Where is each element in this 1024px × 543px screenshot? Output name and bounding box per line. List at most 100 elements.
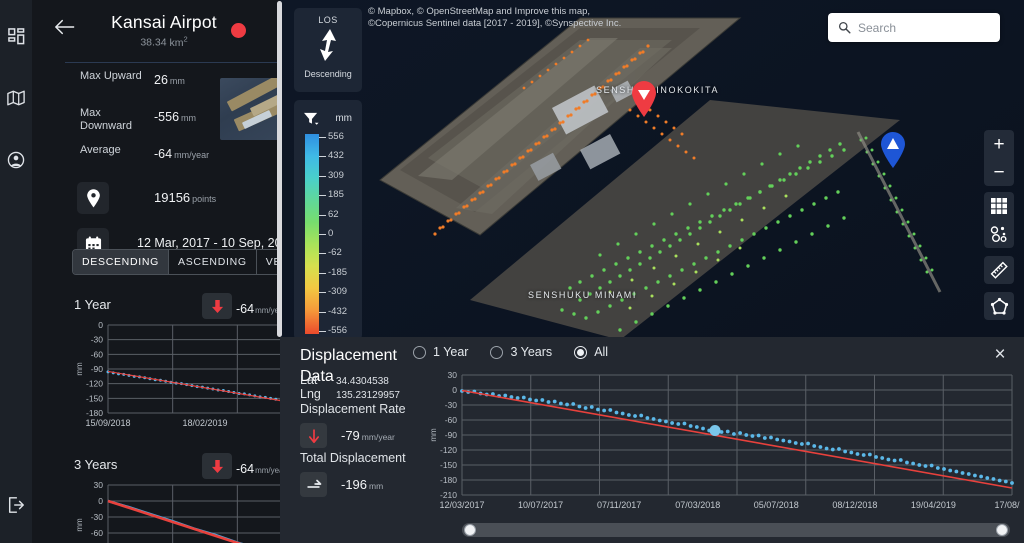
map-pin-up-icon: [879, 131, 907, 169]
tab-ascending[interactable]: ASCENDING: [169, 250, 257, 274]
y-tick-label: -120: [86, 379, 103, 389]
x-tick-label: 19/04/2019: [911, 500, 956, 510]
x-tick-label: 07/11/2017: [597, 500, 641, 510]
trend-badge: [202, 453, 232, 479]
legend-tick: [319, 195, 326, 196]
highlighted-data-point[interactable]: [710, 425, 721, 436]
sidebar-scrollbar[interactable]: [277, 1, 282, 337]
layers-button[interactable]: [984, 192, 1014, 220]
area-value: 38.34 km2: [84, 34, 244, 49]
header-divider: [65, 62, 280, 63]
back-button[interactable]: [54, 18, 76, 40]
legend-value: -432: [328, 307, 347, 317]
radio-1-year[interactable]: 1 Year: [413, 345, 468, 359]
arrow-left-to-line-icon: [306, 478, 322, 492]
x-tick-label: 07/03/2018: [675, 500, 720, 510]
sidebar-item-dashboard[interactable]: [0, 14, 32, 58]
legend-value: -556: [328, 326, 347, 336]
search-input[interactable]: Search: [858, 21, 896, 35]
time-range-radio-group[interactable]: 1 Year 3 Years All: [413, 345, 608, 359]
zoom-in-button[interactable]: +: [984, 130, 1014, 158]
legend-tick: [319, 253, 326, 254]
measure-control[interactable]: [984, 256, 1014, 284]
dashboard-icon: [8, 28, 25, 45]
los-arrow-icon: [308, 25, 348, 67]
displacement-rate-label: Displacement Rate: [300, 401, 425, 418]
legend-tick: [319, 234, 326, 235]
total-displacement-label: Total Displacement: [300, 450, 425, 467]
ruler-button[interactable]: [984, 256, 1014, 284]
search-box[interactable]: Search: [828, 13, 1000, 42]
lat-label: Lat: [300, 373, 326, 387]
main-chart[interactable]: 300-30-60-90-120-150-180-210mm12/03/2017…: [420, 367, 1020, 522]
mini-chart-rate: -64mm/year: [236, 302, 280, 316]
page-title: Kansai Airpot: [84, 12, 244, 33]
mini-chart-title: 3 Years: [74, 457, 117, 472]
y-tick-label: -180: [440, 475, 457, 485]
search-icon: [838, 21, 851, 34]
legend-value: 309: [328, 171, 344, 181]
slider-knob-left[interactable]: [464, 524, 476, 536]
y-axis-label: mm: [429, 428, 438, 442]
stat-average: Average -64mm/year: [32, 144, 280, 176]
map-label-senshuku-minami: SENSHUKU MINAMI: [528, 290, 637, 300]
legend-value: 432: [328, 151, 344, 161]
zoom-controls[interactable]: + −: [984, 130, 1014, 186]
y-tick-label: 0: [98, 496, 103, 506]
displacement-rate-row: -79mm/year: [300, 423, 425, 448]
stat-value: -64mm/year: [154, 147, 209, 161]
points-button[interactable]: [984, 220, 1014, 248]
legend-value: 0: [328, 229, 333, 239]
tab-descending[interactable]: DESCENDING: [73, 250, 169, 274]
filter-icon[interactable]: [303, 111, 320, 126]
date-range-text[interactable]: 12 Mar, 2017 - 10 Sep, 2019: [137, 236, 280, 250]
radio-circle: [413, 346, 426, 359]
stat-label: Max Upward: [80, 70, 152, 83]
color-scale-legend[interactable]: mm 556432309185620-62-185-309-432-556: [294, 100, 362, 340]
zoom-out-button[interactable]: −: [984, 158, 1014, 186]
polygon-icon: [990, 297, 1009, 316]
max-downward-marker[interactable]: [630, 80, 658, 118]
mini-plot-3-years[interactable]: 300-30-60-90-120mm: [68, 479, 280, 543]
stat-unit: mm: [170, 76, 185, 86]
draw-control[interactable]: [984, 292, 1014, 320]
polygon-button[interactable]: [984, 292, 1014, 320]
map-attribution: © Mapbox, © OpenStreetMap and Improve th…: [368, 6, 621, 30]
points-number: 19156: [154, 190, 190, 205]
app-root: © Mapbox, © OpenStreetMap and Improve th…: [0, 0, 1024, 543]
y-tick-label: 0: [98, 320, 103, 330]
logout-button[interactable]: [0, 483, 32, 527]
orbit-tab-group[interactable]: DESCENDING ASCENDING VERTICAL: [72, 249, 280, 275]
rate-unit: mm/year: [362, 432, 395, 442]
trend-line: [108, 501, 280, 543]
max-upward-marker[interactable]: [879, 131, 907, 169]
mini-chart-title: 1 Year: [74, 297, 111, 312]
sidebar-item-map[interactable]: [0, 76, 32, 120]
x-tick-label: 15/09/2018: [85, 418, 130, 428]
legend-value: 556: [328, 132, 344, 142]
radio-3-years[interactable]: 3 Years: [490, 345, 552, 359]
sidebar-item-account[interactable]: [0, 138, 32, 182]
arrow-down-icon: [211, 299, 224, 314]
legend-tick: [319, 156, 326, 157]
layer-controls[interactable]: [984, 192, 1014, 248]
mini-plot-1-year[interactable]: 0-30-60-90-120-150-180mm15/09/201818/02/…: [68, 319, 280, 436]
close-button[interactable]: ×: [990, 345, 1010, 365]
chart-time-slider[interactable]: [462, 523, 1010, 537]
stats-list: Max Upward 26mm Max Downward -556mm Av: [32, 70, 280, 270]
legend-tick: [319, 215, 326, 216]
radio-label: All: [594, 345, 608, 359]
y-tick-label: 0: [452, 385, 457, 395]
location-pin-button[interactable]: [77, 182, 109, 214]
y-tick-label: -120: [440, 445, 457, 455]
stat-value: -556mm: [154, 110, 196, 124]
x-tick-label: 10/07/2017: [518, 500, 563, 510]
legend-tick: [319, 312, 326, 313]
stat-number: -556: [154, 110, 179, 124]
project-sidebar: Kansai Airpot 38.34 km2 Max Upward 26mm: [32, 0, 280, 543]
slider-knob-right[interactable]: [996, 524, 1008, 536]
stat-unit: mm: [181, 113, 196, 123]
legend-tick: [319, 176, 326, 177]
radio-all[interactable]: All: [574, 345, 608, 359]
arrow-down-icon: [211, 459, 224, 474]
